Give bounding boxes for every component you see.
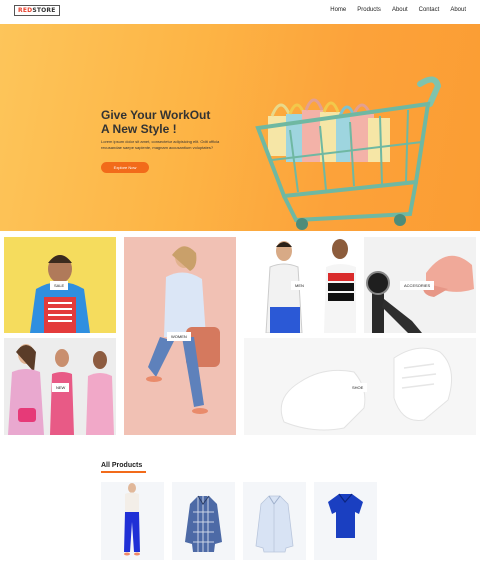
- top-navbar: RED STORE Home Products About Contact Abo…: [0, 0, 480, 24]
- product-card-plaid-shirt[interactable]: [172, 482, 235, 560]
- main-menu: Home Products About Contact About: [330, 6, 466, 15]
- nav-link-about[interactable]: About: [392, 6, 408, 15]
- hero-banner: Give Your WorkOut A New Style ! Lorem ip…: [0, 24, 480, 231]
- logo-dark-text: STORE: [32, 7, 56, 14]
- hero-description: Lorem ipsum dolor sit amet, consectetur …: [101, 139, 220, 150]
- plaid-shirt-image: [185, 495, 222, 552]
- all-products-title: All Products: [101, 462, 143, 469]
- hero-headline: Give Your WorkOut A New Style !: [101, 108, 241, 136]
- logo-red-text: RED: [18, 7, 33, 14]
- nav-link-about-2[interactable]: About: [450, 6, 466, 15]
- category-label-sale: SALE: [50, 281, 69, 290]
- category-label-new: NEW: [52, 383, 70, 392]
- brand-logo[interactable]: RED STORE: [14, 5, 60, 16]
- product-card-blue-polo[interactable]: [314, 482, 377, 560]
- blue-pants-image: [124, 483, 140, 556]
- product-card-blue-pants[interactable]: [101, 482, 164, 560]
- nav-link-home[interactable]: Home: [330, 6, 346, 15]
- category-tile-accessories[interactable]: ACCESORIES: [364, 237, 476, 333]
- hero-headline-line2: A New Style !: [101, 122, 177, 136]
- category-tile-shoe[interactable]: SHOE: [244, 338, 476, 435]
- nav-link-products[interactable]: Products: [357, 6, 381, 15]
- explore-now-button[interactable]: Explore Now: [101, 162, 149, 173]
- nav-link-contact[interactable]: Contact: [419, 6, 440, 15]
- category-label-shoe: SHOE: [348, 383, 368, 392]
- category-tile-sale[interactable]: SALE: [4, 237, 116, 333]
- product-card-light-blue-shirt[interactable]: [243, 482, 306, 560]
- category-label-men: MEN: [291, 281, 308, 290]
- category-tile-men[interactable]: MEN: [244, 237, 356, 333]
- light-blue-shirt-image: [255, 495, 294, 553]
- category-tile-new[interactable]: NEW: [4, 338, 116, 435]
- hero-headline-line1: Give Your WorkOut: [101, 108, 211, 122]
- category-tile-women[interactable]: WOMEN: [124, 237, 236, 435]
- section-title-underline: [101, 471, 146, 473]
- category-label-accessories: ACCESORIES: [400, 281, 435, 290]
- category-label-women: WOMEN: [167, 332, 191, 341]
- blue-polo-image: [328, 493, 363, 538]
- shopping-cart-illustration: [255, 76, 442, 230]
